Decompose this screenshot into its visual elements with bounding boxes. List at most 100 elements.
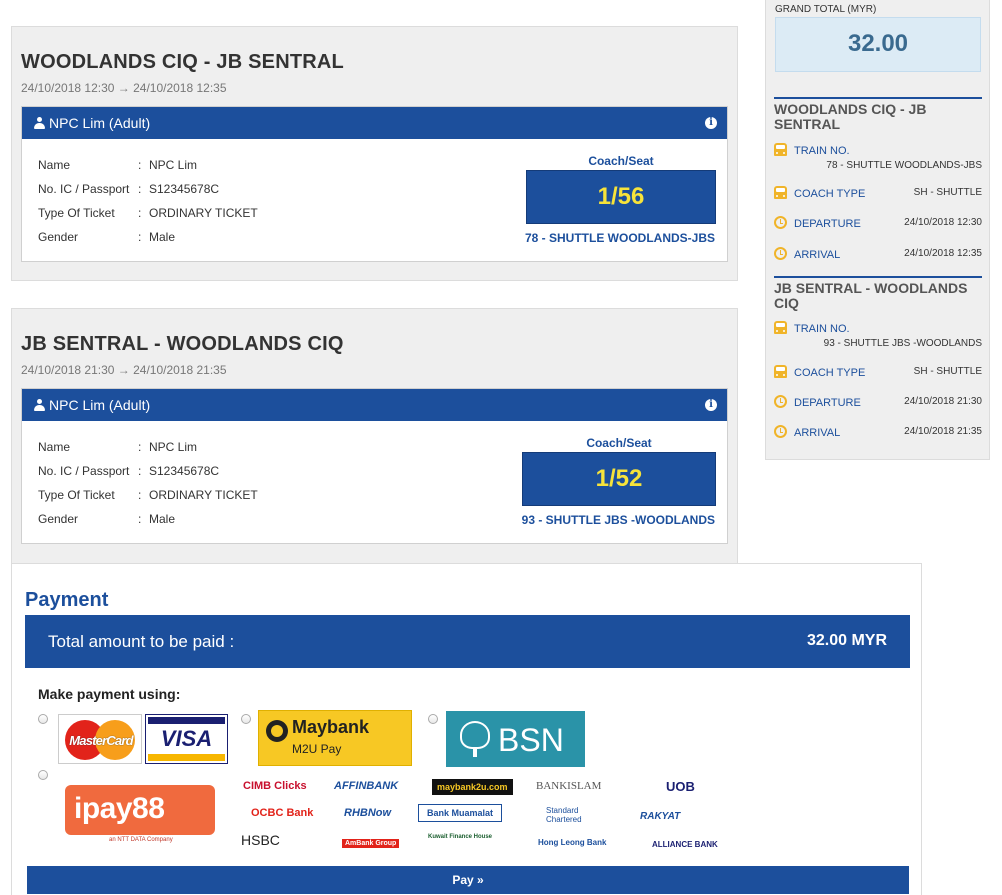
booking-summary: GRAND TOTAL (MYR) 32.00 WOODLANDS CIQ - …	[765, 0, 990, 460]
passenger-header: NPC Lim (Adult) i	[22, 389, 727, 421]
arrival-label: ARRIVAL	[794, 249, 841, 261]
make-payment-label: Make payment using:	[38, 686, 181, 702]
segment-departure: DEPARTURE 24/10/2018 12:30	[774, 216, 982, 232]
detail-label: Type Of Ticket	[38, 488, 115, 502]
ipay88-radio[interactable]	[38, 770, 48, 780]
coach-seat-value: 1/56	[526, 170, 716, 224]
detail-separator: :	[138, 182, 142, 196]
rhb-now-logo: RHBNow	[344, 807, 392, 819]
train-icon	[774, 321, 787, 334]
detail-value: ORDINARY TICKET	[149, 206, 258, 220]
hong-leong-bank-logo: Hong Leong Bank	[538, 838, 607, 847]
departure-label: DEPARTURE	[794, 218, 861, 230]
detail-label: Name	[38, 440, 71, 454]
coach-type-value: SH - SHUTTLE	[913, 187, 982, 198]
clock-icon	[774, 395, 787, 408]
segment-title: JB SENTRAL - WOODLANDS CIQ	[774, 276, 982, 311]
passenger-header: NPC Lim (Adult) i	[22, 107, 727, 139]
train-no-label: TRAIN NO.	[794, 323, 850, 335]
grand-total-value: 32.00	[775, 17, 981, 72]
arrival-label: ARRIVAL	[794, 427, 841, 439]
affinbank-logo: AFFINBANK	[334, 780, 399, 792]
coach-seat-caption: Coach/Seat	[588, 154, 654, 168]
arrival-value: 24/10/2018 12:35	[904, 248, 982, 259]
coach-seat-value: 1/52	[522, 452, 716, 506]
trip-card-1: WOODLANDS CIQ - JB SENTRAL 24/10/2018 12…	[11, 26, 738, 281]
ocbc-bank-logo: OCBC Bank	[251, 807, 314, 819]
coach-type-label: COACH TYPE	[794, 367, 866, 379]
payment-section: Payment Total amount to be paid : 32.00 …	[11, 563, 922, 895]
info-icon[interactable]: i	[705, 117, 717, 129]
departure-value: 24/10/2018 21:30	[904, 396, 982, 407]
info-icon[interactable]: i	[705, 399, 717, 411]
detail-separator: :	[138, 158, 142, 172]
seat-train-name: 78 - SHUTTLE WOODLANDS-JBS	[524, 231, 715, 245]
segment-arrival: ARRIVAL 24/10/2018 21:35	[774, 425, 982, 441]
trip-time: 24/10/2018 21:30 → 24/10/2018 21:35	[21, 363, 227, 377]
clock-icon	[774, 216, 787, 229]
passenger-card: NPC Lim (Adult) i Name : NPC Lim No. IC …	[21, 106, 728, 262]
total-amount-bar: Total amount to be paid : 32.00 MYR	[25, 615, 910, 668]
visa-logo[interactable]: VISA	[145, 714, 228, 764]
detail-separator: :	[138, 464, 142, 478]
ipay88-text: ipay88	[74, 792, 165, 825]
arrival-value: 24/10/2018 21:35	[904, 426, 982, 437]
bank-islam-logo: BANKISLAM	[536, 780, 602, 792]
train-icon	[774, 186, 787, 199]
detail-label: Name	[38, 158, 71, 172]
train-no-value: 93 - SHUTTLE JBS -WOODLANDS	[823, 338, 982, 349]
passenger-card: NPC Lim (Adult) i Name : NPC Lim No. IC …	[21, 388, 728, 544]
trip-title: JB SENTRAL - WOODLANDS CIQ	[21, 333, 344, 355]
uob-logo: UOB	[666, 779, 695, 794]
detail-value: S12345678C	[149, 464, 220, 478]
coach-type-value: SH - SHUTTLE	[913, 366, 982, 377]
detail-separator: :	[138, 488, 142, 502]
clock-icon	[774, 425, 787, 438]
train-no-label: TRAIN NO.	[794, 145, 850, 157]
segment-coach-type: COACH TYPE SH - SHUTTLE	[774, 186, 982, 202]
bank-muamalat-logo: Bank Muamalat	[418, 804, 503, 822]
ambank-logo: AmBank Group	[342, 839, 400, 848]
detail-separator: :	[138, 230, 142, 244]
card-payment-radio[interactable]	[38, 714, 48, 724]
pay-button[interactable]: Pay »	[27, 866, 909, 894]
mastercard-text: MasterCard	[69, 733, 133, 748]
detail-separator: :	[138, 206, 142, 220]
segment-arrival: ARRIVAL 24/10/2018 12:35	[774, 247, 982, 263]
bsn-logo[interactable]: BSN	[446, 711, 585, 767]
detail-label: Gender	[38, 230, 79, 244]
maybank-tiger-icon	[266, 720, 288, 742]
segment-departure: DEPARTURE 24/10/2018 21:30	[774, 395, 982, 411]
mastercard-logo[interactable]: MasterCard	[58, 714, 142, 764]
ipay88-logo[interactable]: ipay88	[65, 785, 215, 835]
bank-rakyat-logo: RAKYAT	[640, 811, 681, 822]
user-icon	[34, 117, 45, 129]
bsn-radio[interactable]	[428, 714, 438, 724]
trip-time: 24/10/2018 12:30 → 24/10/2018 12:35	[21, 81, 227, 95]
visa-text: VISA	[160, 726, 213, 751]
standard-chartered-logo: Standard Chartered	[546, 806, 582, 824]
total-amount-value: 32.00 MYR	[806, 632, 887, 649]
total-amount-label: Total amount to be paid :	[48, 632, 235, 651]
maybank-m2u-logo[interactable]: Maybank M2U Pay	[258, 710, 412, 766]
detail-separator: :	[138, 440, 142, 454]
detail-value: NPC Lim	[149, 158, 198, 172]
coach-seat-caption: Coach/Seat	[586, 436, 652, 450]
segment-coach-type: COACH TYPE SH - SHUTTLE	[774, 365, 982, 381]
detail-value: Male	[149, 512, 176, 526]
train-no-value: 78 - SHUTTLE WOODLANDS-JBS	[826, 160, 982, 171]
maybank-radio[interactable]	[241, 714, 251, 724]
maybank-sub-text: M2U Pay	[292, 742, 342, 756]
alliance-bank-logo: ALLIANCE BANK	[652, 840, 718, 849]
maybank2u-logo: maybank2u.com	[432, 779, 513, 795]
maybank-text: Maybank	[292, 717, 370, 737]
detail-value: NPC Lim	[149, 440, 198, 454]
passenger-name-header: NPC Lim (Adult)	[49, 115, 151, 131]
hsbc-logo: HSBC	[241, 832, 280, 848]
segment-train-no: TRAIN NO. 93 - SHUTTLE JBS -WOODLANDS	[774, 321, 982, 351]
bsn-text: BSN	[498, 722, 564, 758]
grand-total-label: GRAND TOTAL (MYR)	[775, 4, 877, 15]
detail-value: ORDINARY TICKET	[149, 488, 258, 502]
ipay88-subtitle: an NTT DATA Company	[109, 837, 173, 843]
seat-train-name: 93 - SHUTTLE JBS -WOODLANDS	[521, 513, 715, 527]
